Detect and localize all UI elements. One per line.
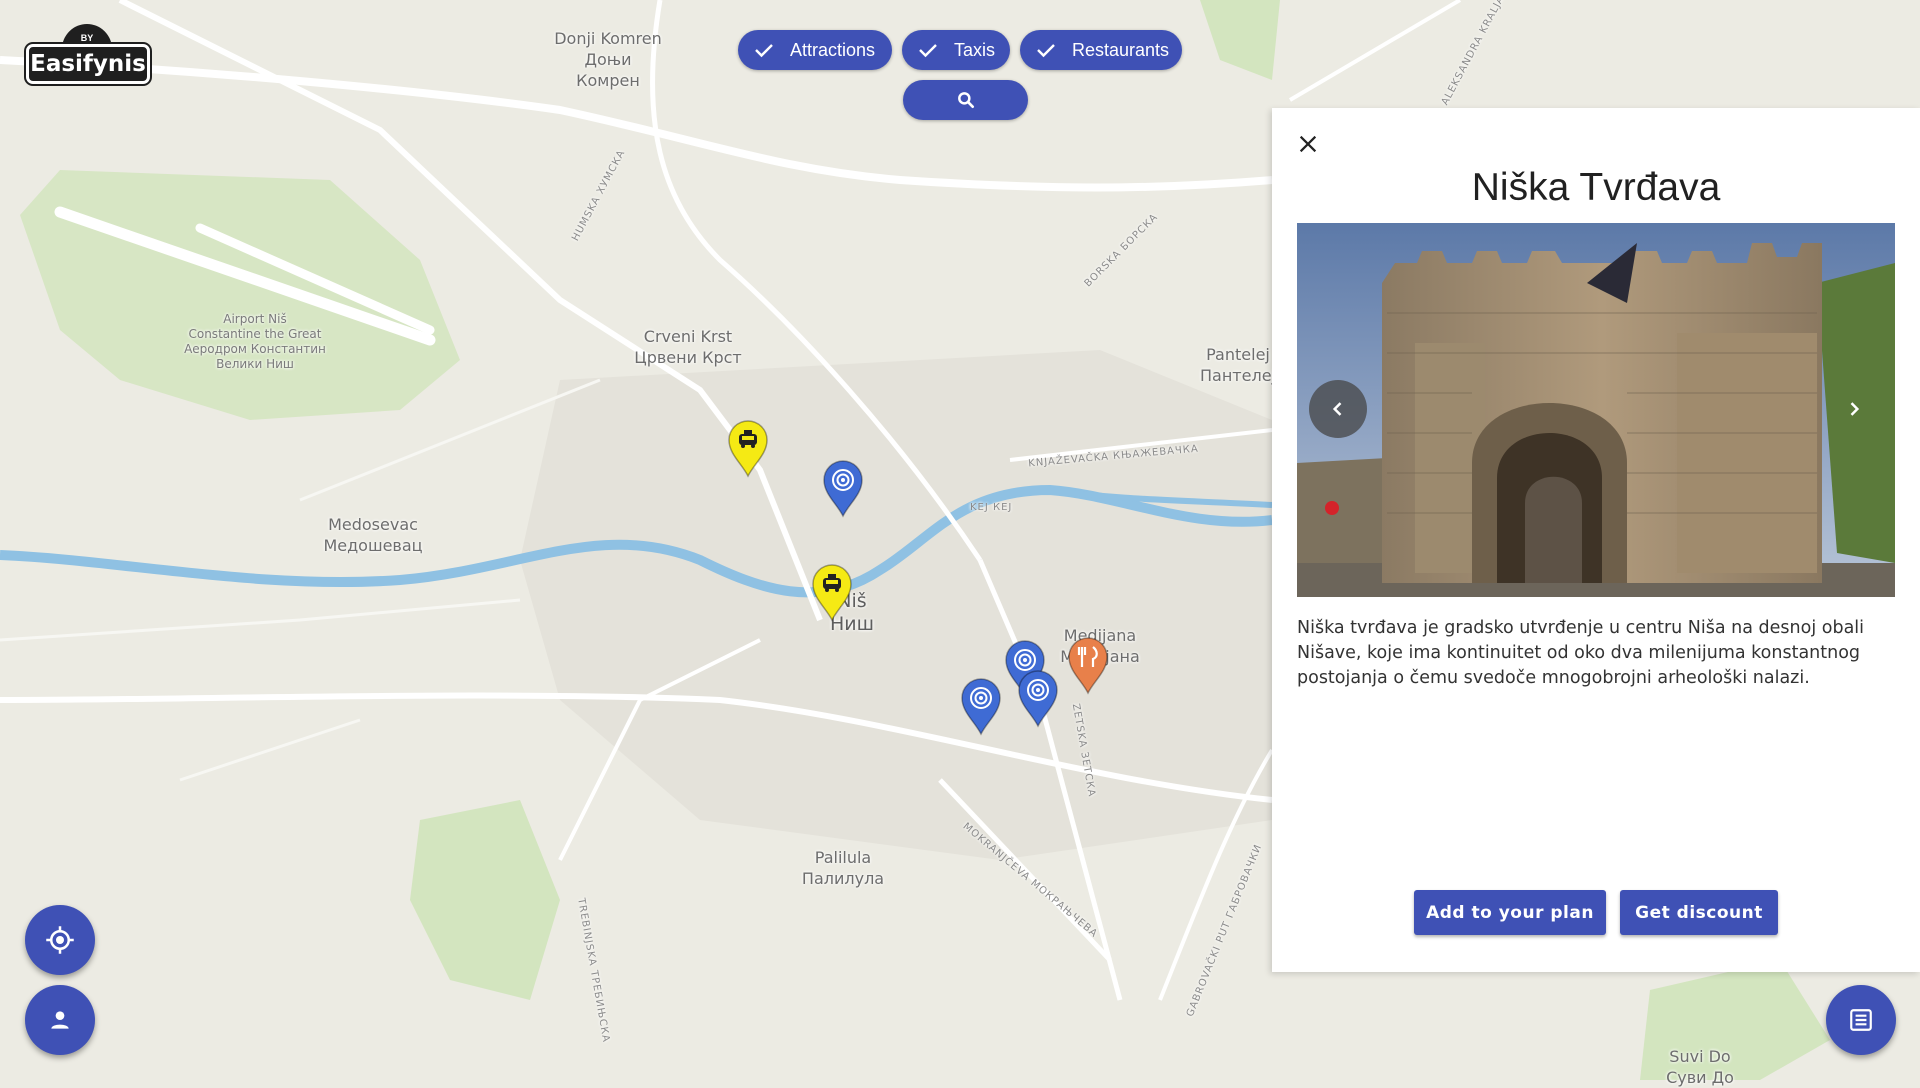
check-icon [919,44,937,58]
list-button[interactable] [1826,985,1896,1055]
filter-label: Attractions [790,39,876,60]
place-details-panel: Niška Tvrđava Niška tvrđava je gradsko u… [1272,108,1920,972]
list-icon [1850,1009,1872,1031]
app-logo[interactable]: BY Easifynis [24,24,150,84]
filter-label: Taxis [954,39,996,60]
search-button[interactable] [903,80,1028,120]
logo-badge: BY [80,33,94,43]
check-icon [755,44,773,58]
restaurant-marker[interactable] [1068,637,1108,695]
filter-restaurants[interactable]: Restaurants [1020,30,1182,70]
chevron-right-icon [1850,402,1860,416]
taxi-marker[interactable] [812,564,852,622]
filter-attractions[interactable]: Attractions [738,30,892,70]
attraction-marker[interactable] [823,460,863,518]
profile-button[interactable] [25,985,95,1055]
add-to-plan-button[interactable]: Add to your plan [1414,890,1606,935]
place-photo[interactable] [1297,223,1895,597]
fortress-image [1297,223,1895,597]
filter-label: Restaurants [1072,39,1170,60]
place-title: Niška Tvrđava [1471,166,1721,209]
filter-taxis[interactable]: Taxis [902,30,1010,70]
taxi-marker[interactable] [728,420,768,478]
check-icon [1037,44,1055,58]
chevron-left-icon [1332,402,1342,416]
close-button[interactable] [1292,128,1324,160]
attraction-marker[interactable] [961,678,1001,736]
close-icon [1299,135,1317,153]
prev-image-button[interactable] [1309,380,1367,438]
locate-button[interactable] [25,905,95,975]
place-description: Niška tvrđava je gradsko utvrđenje u cen… [1297,618,1865,688]
logo-text: Easifynis [26,44,150,84]
get-discount-button[interactable]: Get discount [1620,890,1778,935]
crosshair-icon [46,926,74,954]
search-icon [957,92,974,108]
next-image-button[interactable] [1825,380,1883,438]
person-icon [51,1011,69,1029]
attraction-marker[interactable] [1018,670,1058,728]
